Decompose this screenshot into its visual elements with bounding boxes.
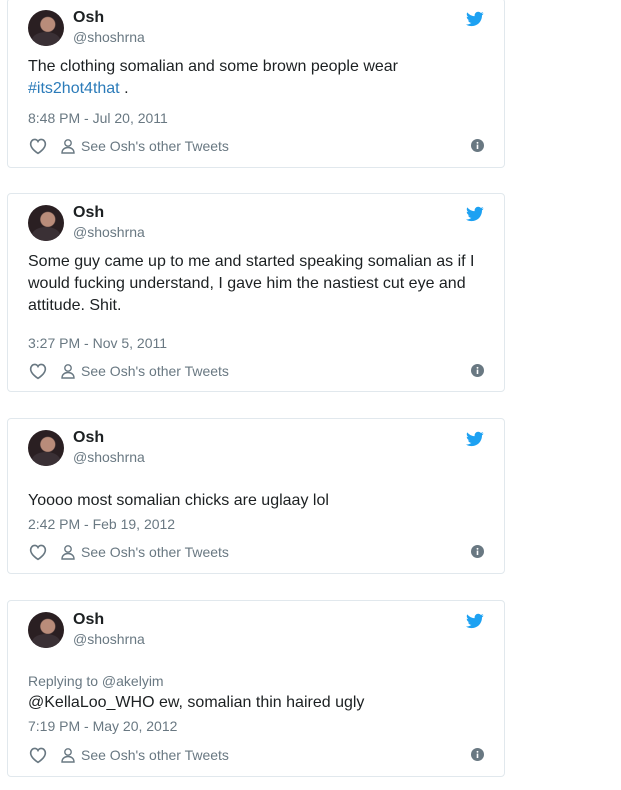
twitter-bird-icon[interactable] [465,10,485,28]
tweet-text-content: @KellaLoo_WHO ew, somalian thin haired u… [28,694,365,711]
tweet-timestamp[interactable]: 8:48 PM - Jul 20, 2011 [28,110,168,126]
author-handle[interactable]: @shoshrna [73,224,145,240]
see-other-tweets-link[interactable]: See Osh's other Tweets [81,138,229,154]
author-handle[interactable]: @shoshrna [73,29,145,45]
heart-icon[interactable] [28,543,48,561]
info-icon[interactable] [471,748,484,761]
tweet-text-content: The clothing somalian and some brown peo… [28,58,398,75]
info-icon[interactable] [471,545,484,558]
twitter-bird-icon[interactable] [465,430,485,448]
heart-icon[interactable] [28,137,48,155]
tweet-card-4: Osh @shoshrna Replying to @akelyim @Kell… [7,600,505,777]
tweet-text: Replying to @akelyim @KellaLoo_WHO ew, s… [28,672,484,714]
tweet-timestamp[interactable]: 2:42 PM - Feb 19, 2012 [28,516,175,532]
tweet-timestamp[interactable]: 3:27 PM - Nov 5, 2011 [28,335,167,351]
tweet-text: Yoooo most somalian chicks are uglaay lo… [28,492,329,509]
author-name[interactable]: Osh [73,204,104,222]
author-handle[interactable]: @shoshrna [73,449,145,465]
tweet-actions: See Osh's other Tweets [28,362,484,382]
tweet-text: The clothing somalian and some brown peo… [28,56,484,100]
info-icon[interactable] [471,364,484,377]
user-icon [61,748,75,763]
avatar[interactable] [28,612,64,648]
tweet-text-suffix: . [119,80,129,97]
see-other-tweets-link[interactable]: See Osh's other Tweets [81,544,229,560]
tweet-card-1: Osh @shoshrna The clothing somalian and … [7,0,505,168]
replying-to-label[interactable]: Replying to @akelyim [28,672,484,690]
tweet-actions: See Osh's other Tweets [28,543,484,563]
user-icon [61,139,75,154]
twitter-bird-icon[interactable] [465,205,485,223]
tweet-card-3: Osh @shoshrna Yoooo most somalian chicks… [7,418,505,574]
user-icon [61,364,75,379]
user-icon [61,545,75,560]
author-name[interactable]: Osh [73,429,104,447]
see-other-tweets-link[interactable]: See Osh's other Tweets [81,747,229,763]
heart-icon[interactable] [28,362,48,380]
twitter-bird-icon[interactable] [465,612,485,630]
avatar[interactable] [28,430,64,466]
avatar[interactable] [28,10,64,46]
tweet-text: Some guy came up to me and started speak… [28,253,475,314]
tweet-actions: See Osh's other Tweets [28,137,484,157]
hashtag-link[interactable]: #its2hot4that [28,80,120,97]
author-name[interactable]: Osh [73,611,104,629]
author-name[interactable]: Osh [73,9,104,27]
tweet-card-2: Osh @shoshrna Some guy came up to me and… [7,193,505,392]
info-icon[interactable] [471,139,484,152]
avatar[interactable] [28,205,64,241]
heart-icon[interactable] [28,746,48,764]
author-handle[interactable]: @shoshrna [73,631,145,647]
see-other-tweets-link[interactable]: See Osh's other Tweets [81,363,229,379]
tweet-timestamp[interactable]: 7:19 PM - May 20, 2012 [28,718,177,734]
tweet-actions: See Osh's other Tweets [28,746,484,766]
